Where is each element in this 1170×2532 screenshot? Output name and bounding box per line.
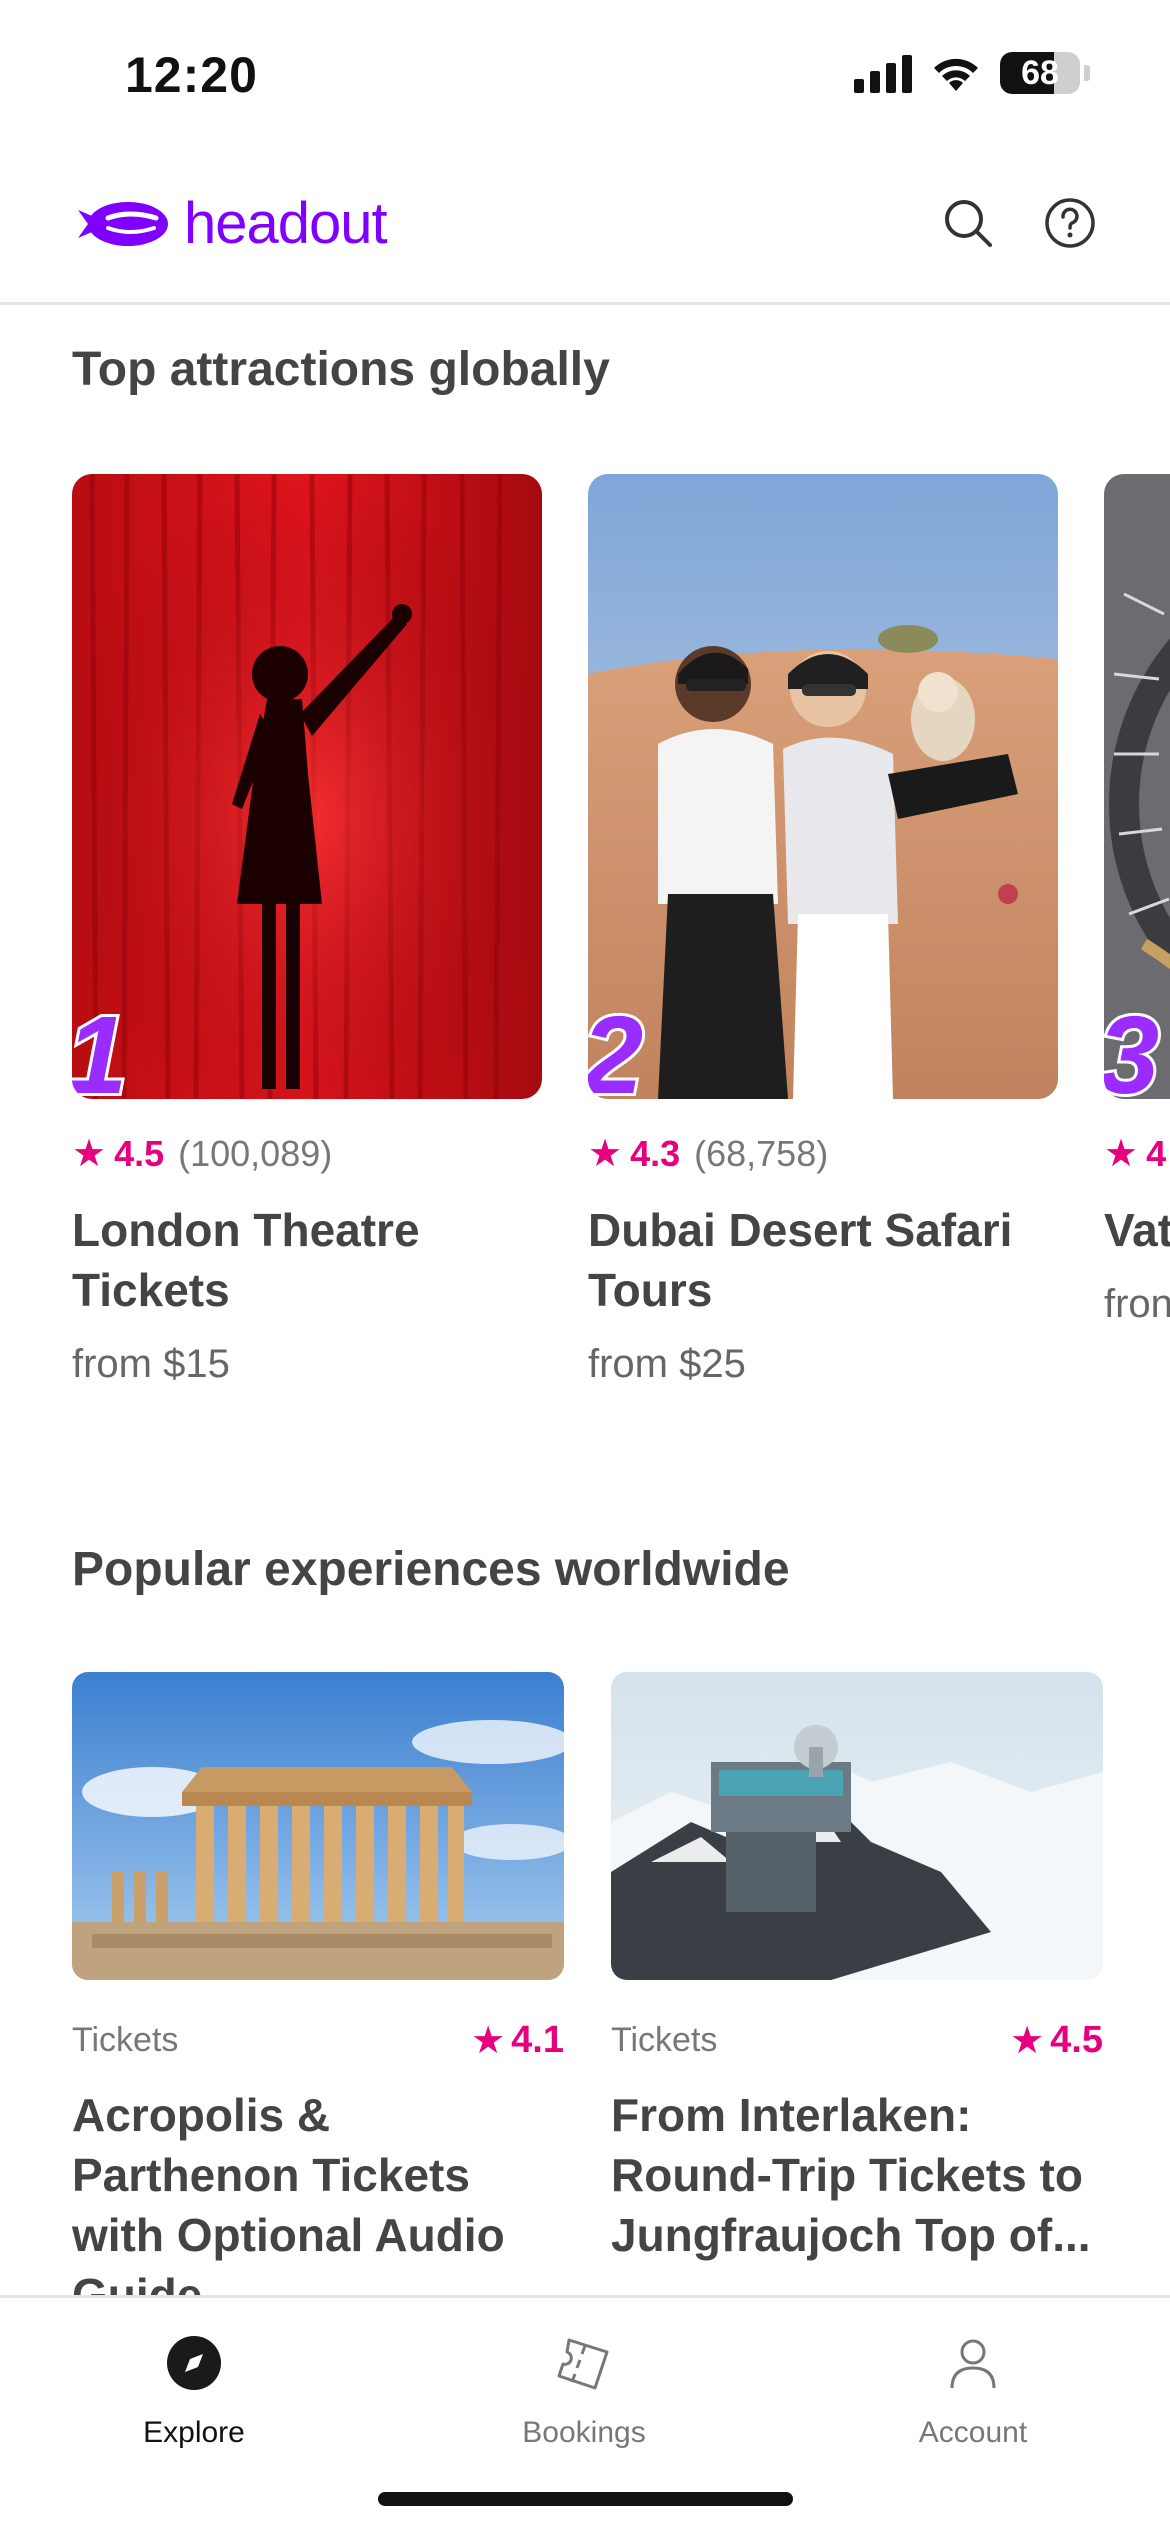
attraction-title: Vat bbox=[1104, 1204, 1170, 1256]
top-attractions-title: Top attractions globally bbox=[72, 343, 610, 396]
jungfraujoch-image bbox=[611, 1672, 1103, 1980]
rating-row: ★ 4.3 (68,758) bbox=[588, 1131, 1058, 1176]
status-time: 12:20 bbox=[125, 47, 258, 103]
nav-account[interactable]: Account bbox=[853, 2328, 1093, 2450]
nav-label: Explore bbox=[143, 2416, 245, 2449]
popular-experiences-title: Popular experiences worldwide bbox=[72, 1543, 790, 1596]
experience-category: Tickets bbox=[72, 2021, 179, 2059]
help-icon bbox=[1045, 198, 1095, 248]
search-icon bbox=[945, 200, 992, 247]
experience-category: Tickets bbox=[611, 2021, 718, 2059]
rating-row: ★ 4 bbox=[1104, 1131, 1170, 1176]
attraction-card[interactable]: 1 ★ 4.5 (100,089) London Theatre Tickets… bbox=[72, 474, 542, 1387]
experience-rating: ★ 4.5 bbox=[1010, 2018, 1103, 2063]
rating-value: 4 bbox=[1146, 1132, 1167, 1174]
battery-icon: 68 bbox=[1000, 52, 1080, 94]
experience-title: Acropolis & Parthenon Tickets with Optio… bbox=[72, 2089, 505, 2321]
ticket-icon bbox=[464, 2328, 704, 2398]
rank-badge: 1 bbox=[72, 994, 130, 1100]
cellular-signal-icon bbox=[854, 53, 912, 93]
vatican-image: 3 bbox=[1104, 474, 1170, 1099]
blimp-logo-icon bbox=[78, 201, 168, 246]
attraction-title: London Theatre Tickets bbox=[72, 1204, 420, 1316]
acropolis-image bbox=[72, 1672, 564, 1980]
review-count: (100,089) bbox=[178, 1132, 333, 1174]
person-icon bbox=[853, 2328, 1093, 2398]
rating-value: 4.3 bbox=[630, 1132, 681, 1174]
experience-card[interactable]: Tickets ★ 4.5 From Interlaken: Round-Tri… bbox=[611, 1672, 1103, 2265]
battery-nub bbox=[1084, 65, 1090, 81]
nav-label: Account bbox=[918, 2416, 1028, 2449]
nav-bookings[interactable]: Bookings bbox=[464, 2328, 704, 2450]
compass-icon bbox=[74, 2328, 314, 2398]
experience-card[interactable]: Tickets ★ 4.1 Acropolis & Parthenon Tick… bbox=[72, 1672, 564, 2325]
wifi-icon bbox=[930, 53, 982, 93]
headout-logo[interactable]: headout bbox=[78, 190, 388, 257]
app-header: headout bbox=[0, 160, 1170, 305]
star-icon: ★ bbox=[471, 2020, 506, 2062]
status-bar: 12:20 68 bbox=[0, 0, 1170, 150]
star-icon: ★ bbox=[1010, 2020, 1045, 2062]
rank-badge: 3 bbox=[1104, 994, 1162, 1100]
status-icons: 68 bbox=[854, 52, 1090, 94]
attraction-card[interactable]: 3 ★ 4 Vat fron bbox=[1104, 474, 1170, 1327]
star-icon: ★ bbox=[588, 1133, 623, 1175]
help-button[interactable] bbox=[1040, 193, 1100, 253]
nav-explore[interactable]: Explore bbox=[74, 2328, 314, 2450]
star-icon: ★ bbox=[72, 1133, 107, 1175]
experience-meta: Tickets ★ 4.1 bbox=[72, 2018, 564, 2063]
experience-meta: Tickets ★ 4.5 bbox=[611, 2018, 1103, 2063]
review-count: (68,758) bbox=[694, 1132, 829, 1174]
home-indicator[interactable] bbox=[378, 2492, 793, 2506]
attraction-price: from $15 bbox=[72, 1342, 230, 1386]
top-attractions-carousel[interactable]: 1 ★ 4.5 (100,089) London Theatre Tickets… bbox=[0, 474, 1170, 1414]
london-theatre-image: 1 bbox=[72, 474, 542, 1099]
attraction-price: fron bbox=[1104, 1282, 1170, 1326]
battery-level: 68 bbox=[1021, 54, 1059, 92]
rating-value: 4.5 bbox=[1050, 2019, 1103, 2061]
rating-value: 4.1 bbox=[511, 2019, 564, 2061]
attraction-price: from $25 bbox=[588, 1342, 746, 1386]
attraction-title: Dubai Desert Safari Tours bbox=[588, 1204, 1013, 1316]
search-button[interactable] bbox=[938, 193, 998, 253]
nav-label: Bookings bbox=[522, 2416, 646, 2449]
rating-row: ★ 4.5 (100,089) bbox=[72, 1131, 542, 1176]
dubai-safari-image: 2 bbox=[588, 474, 1058, 1099]
experience-rating: ★ 4.1 bbox=[471, 2018, 564, 2063]
experience-title: From Interlaken: Round-Trip Tickets to J… bbox=[611, 2089, 1091, 2261]
star-icon: ★ bbox=[1104, 1133, 1139, 1175]
rank-badge: 2 bbox=[588, 994, 646, 1100]
rating-value: 4.5 bbox=[114, 1132, 165, 1174]
attraction-card[interactable]: 2 ★ 4.3 (68,758) Dubai Desert Safari Tou… bbox=[588, 474, 1058, 1387]
brand-name: headout bbox=[184, 191, 388, 256]
